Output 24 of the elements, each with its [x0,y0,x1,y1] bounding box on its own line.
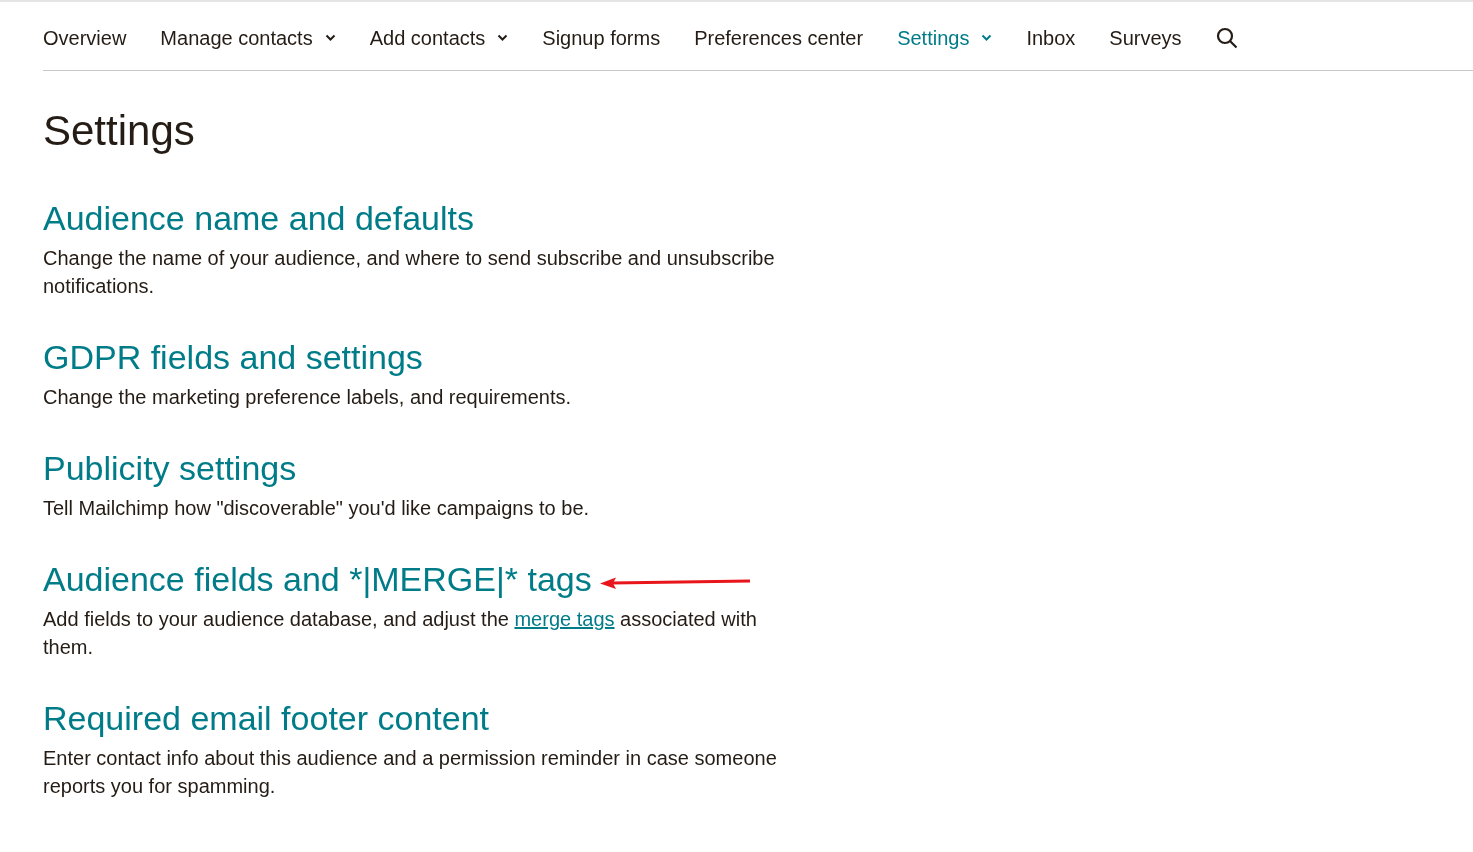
nav-tab[interactable]: Add contacts [369,26,509,50]
section-description: Tell Mailchimp how "discoverable" you'd like campaigns to be. [43,496,591,521]
search-icon[interactable] [1215,27,1238,49]
nav-tab[interactable]: Inbox [1026,26,1076,50]
section-description: Add fields to your audience database, and adjust the merge tags associated with them. [43,607,758,660]
nav-tab[interactable]: Overview [43,26,127,50]
chevron-down-icon [497,34,509,42]
page-title: Settings [43,107,196,155]
section-link[interactable]: Audience fields and *|MERGE|* tags [43,560,592,599]
nav-tab[interactable]: Manage contacts [160,26,336,50]
section-link[interactable]: Audience name and defaults [43,199,474,238]
section-description: Change the marketing preference labels, and requirements. [43,385,573,410]
merge-tags-link[interactable]: merge tags [514,608,615,630]
nav-tab[interactable]: Settings [897,26,993,50]
section-description: Change the name of your audience, and where to send subscribe and unsubscribe notifications. [43,246,776,299]
chevron-down-icon [981,34,993,42]
nav-tab[interactable]: Signup forms [542,26,661,50]
nav-tab[interactable]: Surveys [1109,26,1182,50]
chevron-down-icon [324,34,336,42]
section-link[interactable]: GDPR fields and settings [43,338,423,377]
section-link[interactable]: Publicity settings [43,449,297,488]
section-link[interactable]: Required email footer content [43,699,490,738]
section-description: Enter contact info about this audience and a permission reminder in case someone reports you for spamming. [43,746,778,799]
nav-tab[interactable]: Preferences center [694,26,864,50]
